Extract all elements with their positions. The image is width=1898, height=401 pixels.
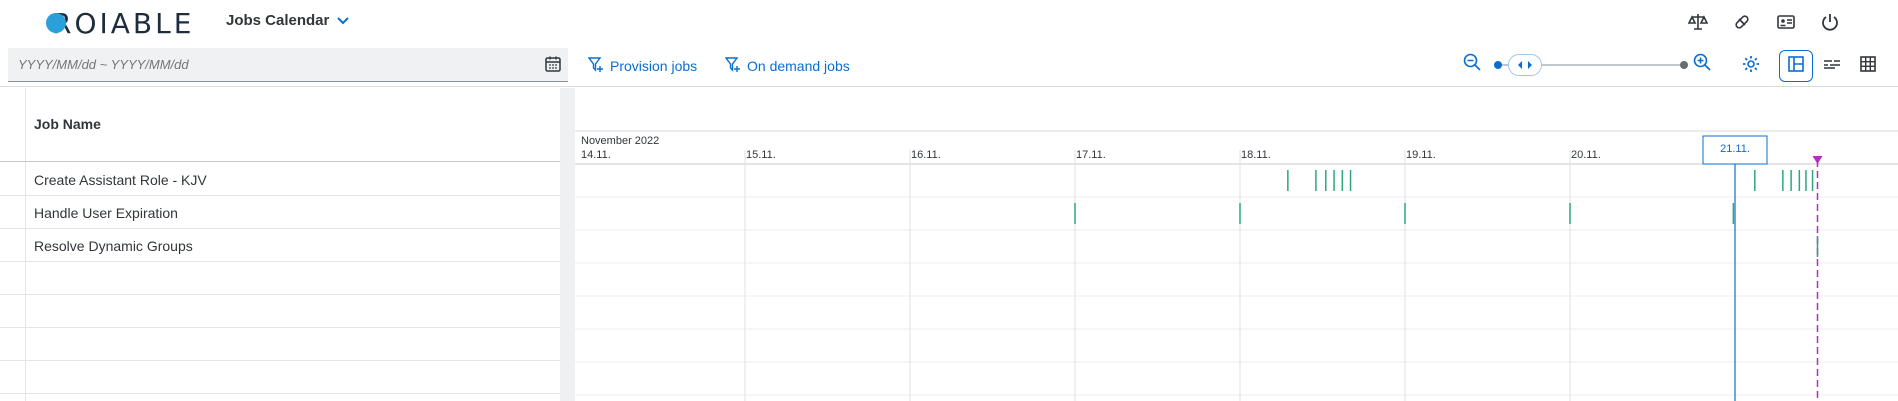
current-time-marker xyxy=(1812,156,1823,164)
timeline-bars-icon xyxy=(1823,55,1841,78)
roiable-logo[interactable]: ROIABLE xyxy=(44,6,194,40)
day-label: 14.11. xyxy=(581,149,611,161)
date-range-field[interactable] xyxy=(8,48,568,82)
provision-jobs-filter[interactable]: Provision jobs xyxy=(587,56,698,75)
table-row[interactable]: Create Assistant Role - KJV xyxy=(0,163,560,196)
month-label: November 2022 xyxy=(581,135,659,147)
job-name-table: Job Name Create Assistant Role - KJV Han… xyxy=(0,88,560,401)
toolbar-divider xyxy=(0,86,1898,87)
day-label: 16.11. xyxy=(911,149,941,161)
table-row-empty xyxy=(0,295,560,328)
table-header: Job Name xyxy=(0,88,560,162)
grid-icon xyxy=(1859,55,1877,78)
filter-add-icon xyxy=(724,56,741,75)
today-label: 21.11. xyxy=(1720,143,1750,155)
table-row-empty xyxy=(0,328,560,361)
job-name-cell: Create Assistant Role - KJV xyxy=(34,172,207,188)
pane-splitter[interactable] xyxy=(560,88,575,401)
gantt-chart: November 2022 14.11. 15.11. 16.11. 17.11. 18.… xyxy=(575,88,1898,401)
app-title-menu[interactable]: Jobs Calendar xyxy=(226,12,350,29)
day-label: 19.11. xyxy=(1406,149,1436,161)
column-header-job-name[interactable]: Job Name xyxy=(34,116,101,132)
job-name-cell: Resolve Dynamic Groups xyxy=(34,238,193,254)
power-icon[interactable] xyxy=(1818,10,1842,34)
filter-add-icon xyxy=(587,56,604,75)
table-row-empty xyxy=(0,262,560,295)
gear-icon xyxy=(1742,55,1760,78)
table-row[interactable]: Handle User Expiration xyxy=(0,196,560,229)
table-row-empty xyxy=(0,361,560,394)
header-actions xyxy=(1686,10,1842,34)
table-row[interactable]: Resolve Dynamic Groups xyxy=(0,229,560,262)
date-range-input[interactable] xyxy=(18,57,518,72)
zoom-in-icon[interactable] xyxy=(1692,52,1712,77)
zoom-out-icon[interactable] xyxy=(1462,52,1482,77)
settings-button[interactable] xyxy=(1734,50,1768,82)
app-header: ROIABLE Jobs Calendar xyxy=(0,0,1898,44)
gantt-canvas: November 2022 14.11. 15.11. 16.11. 17.11. 18.… xyxy=(575,130,1898,401)
chevron-down-icon xyxy=(337,14,350,28)
app-title: Jobs Calendar xyxy=(226,12,330,29)
gantt-view-button[interactable] xyxy=(1779,50,1813,82)
calendar-icon[interactable] xyxy=(544,55,562,78)
day-label: 15.11. xyxy=(746,149,776,161)
grid-view-button[interactable] xyxy=(1851,50,1885,82)
day-label: 18.11. xyxy=(1241,149,1271,161)
on-demand-jobs-filter[interactable]: On demand jobs xyxy=(724,56,850,75)
layout-panel-icon xyxy=(1787,55,1805,78)
zoom-control xyxy=(1462,50,1712,80)
on-demand-jobs-label: On demand jobs xyxy=(747,57,850,74)
id-card-icon[interactable] xyxy=(1774,10,1798,34)
scale-icon[interactable] xyxy=(1686,10,1710,34)
provision-jobs-label: Provision jobs xyxy=(610,57,698,74)
logo-text: ROIABLE xyxy=(52,6,195,40)
timeline-view-button[interactable] xyxy=(1815,50,1849,82)
day-label: 20.11. xyxy=(1571,149,1601,161)
zoom-slider-end xyxy=(1680,61,1688,69)
day-label: 17.11. xyxy=(1076,149,1106,161)
job-name-cell: Handle User Expiration xyxy=(34,205,178,221)
zoom-slider-handle[interactable] xyxy=(1508,54,1542,76)
zoom-slider-start xyxy=(1494,61,1502,69)
logo-mark-icon xyxy=(44,8,72,38)
pill-icon[interactable] xyxy=(1730,10,1754,34)
